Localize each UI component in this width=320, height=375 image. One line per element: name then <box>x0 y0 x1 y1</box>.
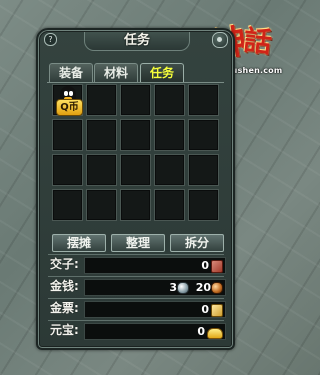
jinpiao-value: 0 <box>201 303 209 316</box>
inventory-slot[interactable] <box>52 189 83 221</box>
qq-penguin-icon[interactable]: Q币 <box>55 86 83 116</box>
inventory-grid: Q币 <box>52 84 222 226</box>
inventory-slot[interactable] <box>188 154 219 186</box>
inventory-slot[interactable] <box>86 154 117 186</box>
money-silver-value: 3 <box>169 281 177 294</box>
stall-button[interactable]: 摆摊 <box>52 234 106 252</box>
inventory-slot[interactable] <box>154 154 185 186</box>
yuanbao-row: 元宝: 0 <box>50 322 226 340</box>
inventory-slot[interactable] <box>154 119 185 151</box>
inventory-slot[interactable] <box>86 119 117 151</box>
jiaozi-value: 0 <box>201 259 209 272</box>
inventory-slot[interactable] <box>120 189 151 221</box>
jinpiao-row: 金票: 0 <box>50 300 226 318</box>
divider <box>48 254 224 255</box>
inventory-slot[interactable] <box>154 189 185 221</box>
inventory-slot[interactable]: Q币 <box>52 84 83 116</box>
inventory-slot[interactable] <box>120 84 151 116</box>
split-button[interactable]: 拆分 <box>170 234 224 252</box>
inventory-slot[interactable] <box>188 119 219 151</box>
inventory-slot[interactable] <box>86 84 117 116</box>
jinpiao-field: 0 <box>84 301 226 318</box>
gold-ticket-icon <box>211 304 223 317</box>
silver-coin-icon <box>177 282 189 294</box>
tab-materials[interactable]: 材料 <box>94 63 138 82</box>
qq-coin-label: Q币 <box>56 99 83 116</box>
jiaozi-label: 交子: <box>50 257 79 271</box>
inventory-slot[interactable] <box>120 119 151 151</box>
logo-char-hua: 話 <box>242 23 274 60</box>
tab-equipment[interactable]: 装备 <box>49 63 93 82</box>
yuanbao-field: 0 <box>84 323 226 340</box>
jiaozi-row: 交子: 0 <box>50 256 226 274</box>
inventory-slot[interactable] <box>188 84 219 116</box>
inventory-slot[interactable] <box>120 154 151 186</box>
inventory-slot[interactable] <box>52 119 83 151</box>
money-label: 金钱: <box>50 279 79 293</box>
sort-button[interactable]: 整理 <box>111 234 165 252</box>
inventory-slot[interactable] <box>154 84 185 116</box>
inventory-slot[interactable] <box>86 189 117 221</box>
jiaozi-field: 0 <box>84 257 226 274</box>
money-copper-value: 20 <box>195 281 211 294</box>
inventory-slot[interactable] <box>52 154 83 186</box>
help-button[interactable]: ? <box>44 33 57 46</box>
divider <box>48 298 224 299</box>
jinpiao-label: 金票: <box>50 301 79 315</box>
divider <box>48 276 224 277</box>
gold-ingot-icon <box>207 328 223 339</box>
tab-divider <box>47 82 224 83</box>
jiaozi-note-icon <box>211 260 223 273</box>
copper-coin-icon <box>211 282 223 294</box>
money-field: 3 20 <box>84 279 226 296</box>
window-title: 任务 <box>84 32 190 51</box>
inventory-slot[interactable] <box>188 189 219 221</box>
close-button[interactable] <box>212 32 228 48</box>
yuanbao-value: 0 <box>197 325 205 338</box>
yuanbao-label: 元宝: <box>50 323 79 337</box>
divider <box>48 320 224 321</box>
money-row: 金钱: 3 20 <box>50 278 226 296</box>
tab-quest[interactable]: 任务 <box>140 63 184 82</box>
inventory-window: ? 任务 装备 材料 任务 Q币 摆摊 整理 拆分 交子: 0 金钱: 3 20… <box>36 28 235 350</box>
